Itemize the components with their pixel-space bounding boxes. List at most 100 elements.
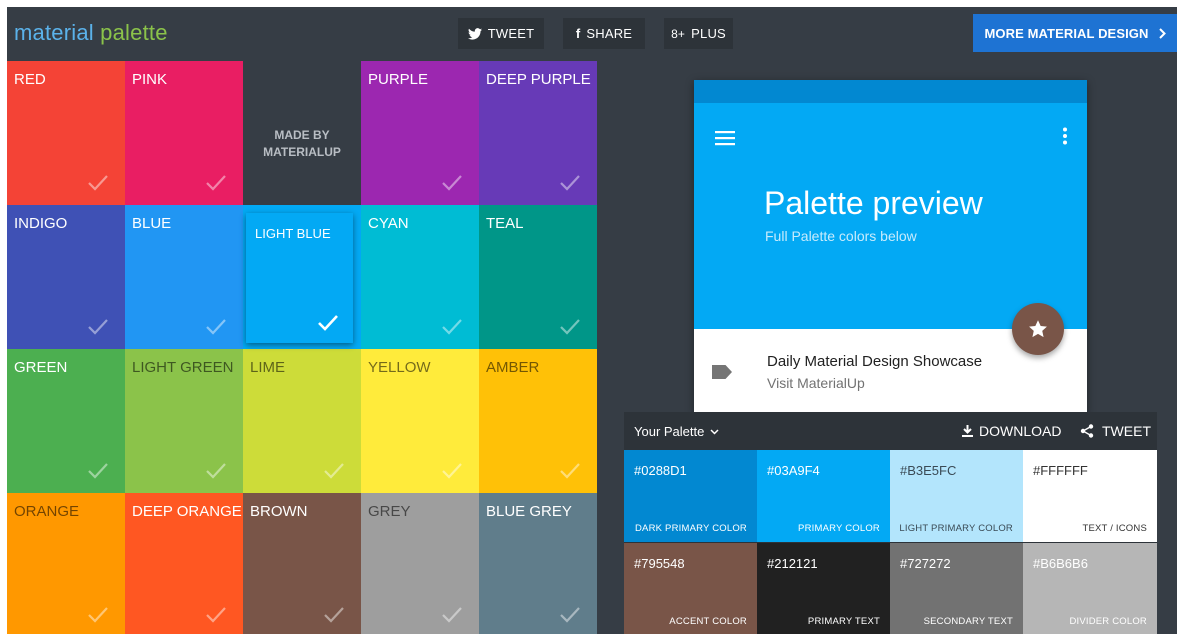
label-icon <box>712 365 732 379</box>
plus-button[interactable]: 8+ PLUS <box>664 18 733 49</box>
tweet-button-label: TWEET <box>487 26 535 41</box>
menu-icon[interactable] <box>715 130 735 146</box>
swatch-role: SECONDARY TEXT <box>923 616 1013 627</box>
palette-swatch-primary-text[interactable]: #212121 PRIMARY TEXT <box>757 543 890 634</box>
color-tile-label: ORANGE <box>14 503 80 520</box>
palette-tweet-label: TWEET <box>1102 423 1151 439</box>
color-tile-cyan[interactable]: CYAN <box>361 205 479 349</box>
color-tile-label: RED <box>14 71 46 88</box>
made-by-line2: MATERIALUP <box>263 145 341 159</box>
header-bar: material palette TWEET f SHARE 8+ PLUS M… <box>7 7 1177 61</box>
color-tile-label: BLUE <box>132 215 172 232</box>
check-icon <box>88 607 108 623</box>
share-icon <box>1080 424 1094 438</box>
color-tile-yellow[interactable]: YELLOW <box>361 349 479 493</box>
check-icon <box>206 175 226 191</box>
palette-swatch-light-primary-color[interactable]: #B3E5FC LIGHT PRIMARY COLOR <box>890 450 1023 542</box>
swatch-role: ACCENT COLOR <box>669 616 747 627</box>
palette-swatch-accent-color[interactable]: #795548 ACCENT COLOR <box>624 543 757 634</box>
color-tile-label: YELLOW <box>368 359 431 376</box>
check-icon <box>442 175 462 191</box>
app-window: material palette TWEET f SHARE 8+ PLUS M… <box>7 7 1177 634</box>
share-button[interactable]: f SHARE <box>563 18 645 49</box>
color-tile-indigo[interactable]: INDIGO <box>7 205 125 349</box>
palette-swatch-secondary-text[interactable]: #727272 SECONDARY TEXT <box>890 543 1023 634</box>
app-logo[interactable]: material palette <box>14 20 168 46</box>
color-tile-deep-purple[interactable]: DEEP PURPLE <box>479 61 597 205</box>
color-tile-label: GREY <box>368 503 411 520</box>
color-tile-grey[interactable]: GREY <box>361 493 479 634</box>
color-tile-selected[interactable]: LIGHT BLUE <box>246 213 353 343</box>
color-tile-label: BROWN <box>250 503 308 520</box>
color-tile-label: PINK <box>132 71 168 88</box>
made-by-materialup-link[interactable]: MADE BY MATERIALUP <box>243 61 361 205</box>
color-tile-amber[interactable]: AMBER <box>479 349 597 493</box>
check-icon <box>88 175 108 191</box>
palette-swatch-dark-primary-color[interactable]: #0288D1 DARK PRIMARY COLOR <box>624 450 757 542</box>
swatch-hex: #795548 <box>634 556 685 571</box>
check-icon <box>206 607 226 623</box>
color-tile-deep-orange[interactable]: DEEP ORANGE <box>125 493 243 634</box>
palette-preview-card: Palette preview Full Palette colors belo… <box>694 80 1087 414</box>
color-tile-label: GREEN <box>14 359 68 376</box>
swatch-role: LIGHT PRIMARY COLOR <box>899 523 1013 534</box>
color-tile-light-green[interactable]: LIGHT GREEN <box>125 349 243 493</box>
logo-word-palette: palette <box>100 20 168 45</box>
swatch-hex: #212121 <box>767 556 818 571</box>
check-icon <box>206 463 226 479</box>
favorite-fab[interactable] <box>1012 303 1064 355</box>
color-tile-orange[interactable]: ORANGE <box>7 493 125 634</box>
color-tile-teal[interactable]: TEAL <box>479 205 597 349</box>
color-tile-label: DEEP ORANGE <box>132 503 242 520</box>
preview-list-title: Daily Material Design Showcase <box>767 353 983 370</box>
preview-subtitle: Full Palette colors below <box>765 228 917 244</box>
your-palette-title: Your Palette <box>634 424 705 439</box>
star-icon <box>1029 320 1047 338</box>
check-icon <box>88 319 108 335</box>
palette-swatch-primary-color[interactable]: #03A9F4 PRIMARY COLOR <box>757 450 890 542</box>
check-icon <box>206 319 226 335</box>
check-icon <box>560 319 580 335</box>
swatch-role: DARK PRIMARY COLOR <box>635 523 747 534</box>
color-tile-brown[interactable]: BROWN <box>243 493 361 634</box>
preview-app-bar: Palette preview Full Palette colors belo… <box>694 103 1087 329</box>
download-button[interactable]: DOWNLOAD <box>962 423 1061 439</box>
palette-swatch-divider-color[interactable]: #B6B6B6 DIVIDER COLOR <box>1023 543 1157 634</box>
color-tile-blue-grey[interactable]: BLUE GREY <box>479 493 597 634</box>
swatch-hex: #B6B6B6 <box>1033 556 1088 571</box>
chevron-right-icon <box>1158 27 1166 39</box>
color-tile-label: DEEP PURPLE <box>486 71 591 88</box>
your-palette-toolbar: Your Palette DOWNLOAD TWEET <box>624 412 1157 450</box>
color-tile-purple[interactable]: PURPLE <box>361 61 479 205</box>
swatch-hex: #B3E5FC <box>900 463 957 478</box>
color-tile-label: BLUE GREY <box>486 503 572 520</box>
color-tile-label: TEAL <box>486 215 524 232</box>
color-tile-red[interactable]: RED <box>7 61 125 205</box>
selected-tile-label: LIGHT BLUE <box>255 226 331 241</box>
check-icon <box>324 463 344 479</box>
palette-tweet-button[interactable]: TWEET <box>1080 423 1151 439</box>
your-palette-dropdown[interactable]: Your Palette <box>634 424 719 439</box>
preview-status-bar <box>694 80 1087 103</box>
more-vert-icon[interactable] <box>1062 127 1068 145</box>
color-tile-blue[interactable]: BLUE <box>125 205 243 349</box>
logo-word-material: material <box>14 20 94 45</box>
check-icon <box>318 315 338 331</box>
color-tile-label: LIGHT GREEN <box>132 359 234 376</box>
your-palette-panel: Your Palette DOWNLOAD TWEET #0288D1 DARK … <box>624 412 1157 634</box>
swatch-role: PRIMARY TEXT <box>807 616 880 627</box>
color-tile-green[interactable]: GREEN <box>7 349 125 493</box>
swatch-role: TEXT / ICONS <box>1082 523 1147 534</box>
color-tile-label: LIME <box>250 359 286 376</box>
check-icon <box>442 463 462 479</box>
tweet-button[interactable]: TWEET <box>458 18 544 49</box>
color-tile-label: PURPLE <box>368 71 429 88</box>
facebook-icon: f <box>575 26 581 41</box>
color-tile-lime[interactable]: LIME <box>243 349 361 493</box>
share-button-label: SHARE <box>586 26 633 41</box>
palette-swatch-text-icons[interactable]: #FFFFFF TEXT / ICONS <box>1023 450 1157 542</box>
swatch-hex: #FFFFFF <box>1033 463 1088 478</box>
google-plus-icon: 8+ <box>671 26 686 41</box>
more-material-design-button[interactable]: MORE MATERIAL DESIGN <box>973 14 1177 52</box>
color-tile-pink[interactable]: PINK <box>125 61 243 205</box>
